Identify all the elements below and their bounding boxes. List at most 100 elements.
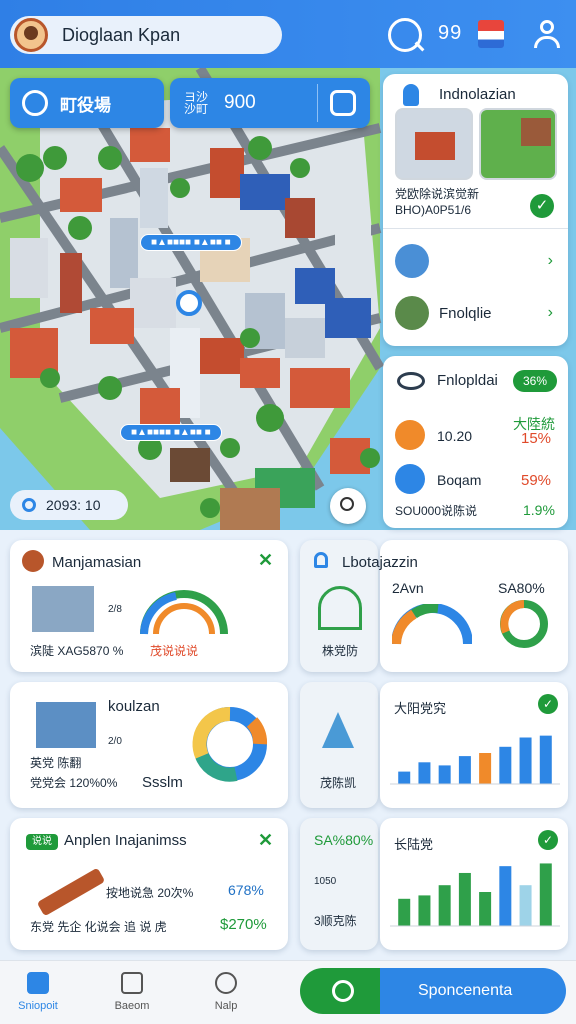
status-badge: 36%	[513, 370, 557, 392]
axis-label: 2/8	[108, 604, 122, 615]
close-icon[interactable]: ✕	[258, 550, 273, 571]
monument-icon	[318, 586, 362, 630]
stat-label: Boqam	[437, 472, 482, 488]
map-tag[interactable]: ■▲■■■■ ■▲■■ ■	[120, 424, 222, 441]
map-search-button[interactable]	[330, 488, 366, 524]
card-title: Lbotajazzin	[342, 554, 418, 571]
user-icon	[215, 972, 237, 994]
check-icon: ✓	[530, 194, 554, 218]
expand-icon[interactable]	[330, 90, 356, 116]
map-location-button[interactable]: 町役場	[10, 78, 164, 128]
map-info-button[interactable]: ヨ沙 沙町 900	[170, 78, 370, 128]
divider	[383, 228, 568, 229]
card-title: koulzan	[108, 698, 160, 715]
home-icon	[27, 972, 49, 994]
landmark-icon	[395, 244, 429, 278]
info-card-title: Indnolazian	[439, 86, 516, 103]
thumbnail-image[interactable]	[479, 108, 557, 180]
close-icon[interactable]: ✕	[258, 830, 273, 851]
stat-label: SOU000说陈说	[395, 504, 478, 518]
notification-count[interactable]: 99	[438, 22, 462, 45]
card-title: 大阳党究	[394, 701, 447, 716]
bar-chart	[390, 863, 560, 927]
card-value: $270%	[220, 916, 267, 933]
primary-action-label: Sponcenenta	[418, 982, 513, 999]
chevron-right-icon: ›	[547, 252, 553, 269]
gauge-chart	[140, 590, 228, 635]
building-icon	[36, 702, 96, 748]
donut-chart	[500, 600, 548, 648]
location-pin-icon	[22, 90, 48, 116]
bar	[438, 885, 451, 926]
card-subtitle: 茂陈凯	[320, 776, 357, 790]
map-location-label: 町役場	[60, 95, 111, 115]
map-info-value: 900	[224, 92, 256, 113]
user-icon[interactable]	[532, 18, 562, 50]
card-line: 英党 陈翻	[30, 756, 82, 770]
tool-icon	[36, 867, 106, 917]
card-title: SA%80%	[314, 832, 374, 848]
list-item[interactable]: Fnolqlie ›	[395, 296, 557, 330]
gauge-chart	[392, 604, 472, 645]
bar	[458, 756, 471, 784]
dashboard-card[interactable]: koulzan 2/0 英党 陈翻 党党会 120%0% Ssslm	[10, 682, 288, 808]
dashboard-card[interactable]: 说说 Anplen Inajanimss ✕ 按地说急 20次% 678% 东党…	[10, 818, 288, 950]
map-info-label: ヨ沙 沙町	[184, 90, 209, 116]
bar	[438, 765, 451, 784]
location-icon	[395, 420, 425, 450]
card-label: 2Avn	[392, 580, 424, 596]
stats-card-title: Fnlopldai	[437, 372, 498, 389]
map-stat-pill[interactable]: 2093: 10	[10, 490, 128, 520]
flag-icon[interactable]	[478, 20, 504, 48]
map-marker-icon[interactable]	[176, 290, 202, 316]
username: Dioglaan Kpan	[62, 24, 181, 45]
card-title: Anplen Inajanimss	[64, 832, 187, 849]
search-icon	[332, 980, 354, 1002]
card-line: 按地说急 20次%	[106, 886, 194, 900]
bar	[458, 872, 471, 926]
list-item-label: Fnolqlie	[439, 304, 492, 322]
stat-percent: 1.9%	[523, 502, 555, 518]
user-profile-pill[interactable]: Dioglaan Kpan	[10, 16, 282, 54]
dashboard-card[interactable]: Manjamasian ✕ 2/8 滨陡 XAG5870 % 茂说说说	[10, 540, 288, 672]
list-item[interactable]: ›	[395, 244, 557, 278]
location-pin-icon	[314, 552, 328, 568]
bar-chart-card[interactable]: 长陆党 ✓	[380, 818, 568, 950]
card-line: 1050	[314, 876, 337, 887]
bar	[418, 762, 431, 784]
bar	[479, 892, 492, 926]
search-icon[interactable]	[388, 18, 422, 52]
nav-home-label: Sniopoit	[18, 1000, 58, 1012]
rocket-icon	[403, 84, 419, 106]
check-icon: ✓	[538, 694, 558, 714]
link-icon	[395, 464, 425, 494]
donut-chart	[192, 706, 268, 782]
dashboard-card[interactable]: 茂陈凯	[300, 682, 378, 808]
thumbnail-image[interactable]	[395, 108, 473, 180]
building-icon	[395, 296, 429, 330]
axis-label: 2/0	[108, 736, 122, 747]
card-percent: SA80%	[498, 580, 545, 596]
bar	[418, 895, 431, 926]
nav-item[interactable]: Baeom	[100, 972, 164, 1012]
bar	[539, 735, 552, 784]
map-tag[interactable]: ■▲■■■■ ■▲■■ ■	[140, 234, 242, 251]
search-icon	[340, 497, 354, 511]
nav-home[interactable]: Sniopoit	[6, 972, 70, 1012]
dashboard-card[interactable]: Lbotajazzin 2Avn SA80%	[342, 540, 568, 672]
stat-percent: 59%	[521, 472, 552, 489]
nav-item-label: Baeom	[114, 1000, 150, 1012]
nav-item[interactable]: Nalp	[194, 972, 258, 1012]
divider	[317, 84, 318, 122]
info-card: Indnolazian 党欧除说滨觉新 BHO)A0P51/6 ✓ › Fnol…	[383, 74, 568, 346]
bar-chart-card[interactable]: 大阳党究 ✓	[380, 682, 568, 808]
card-line: 东党 先企 化说会 追 说 虎	[30, 920, 167, 934]
bar	[479, 753, 492, 784]
refresh-icon	[22, 498, 36, 512]
building-icon	[32, 586, 94, 632]
chevron-right-icon: ›	[547, 304, 553, 321]
status-badge: 说说	[26, 834, 58, 850]
primary-action-button[interactable]: Sponcenenta	[300, 968, 566, 1014]
dashboard-card[interactable]: SA%80% 1050 3顺克陈	[300, 818, 378, 950]
bar	[519, 737, 532, 784]
